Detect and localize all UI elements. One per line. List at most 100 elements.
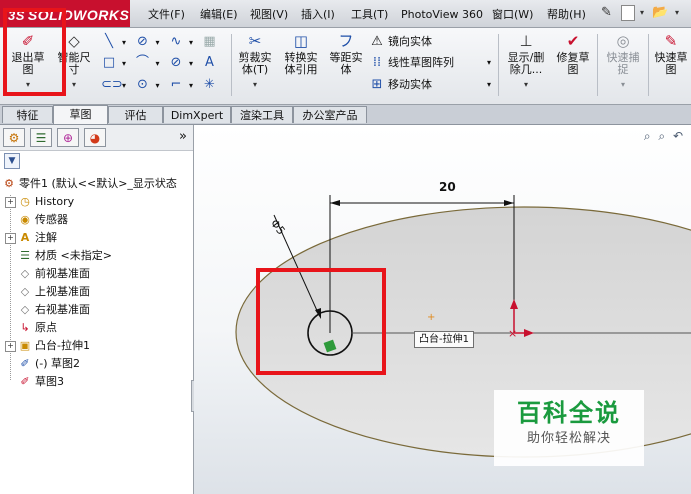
dimension-arrow — [330, 200, 340, 206]
menu-insert[interactable]: 插入(I) — [301, 0, 335, 27]
pattern-dropdown-icon[interactable]: ▾ — [487, 53, 491, 73]
material-icon: ☰ — [20, 249, 30, 262]
title-bar: 3S SOLIDWORKS 文件(F) 编辑(E) 视图(V) 插入(I) 工具(… — [0, 0, 691, 28]
slot-icon[interactable]: ⊂⊃ — [101, 75, 123, 95]
menu-photoview[interactable]: PhotoView 360 — [401, 0, 483, 27]
open-folder-icon[interactable]: 📂 — [652, 4, 668, 22]
menu-tools[interactable]: 工具(T) — [351, 0, 388, 27]
trim-icon: ✂ — [248, 32, 262, 50]
tab-features[interactable]: 特征 — [2, 106, 53, 123]
convert-entities-button[interactable]: ◫ 转换实 体引用 — [279, 30, 323, 92]
separator — [648, 34, 649, 96]
pin-icon[interactable]: ✎ — [601, 4, 612, 22]
tree-item-boss-extrude[interactable]: + ▣ 凸台-拉伸1 — [5, 337, 90, 355]
ellipse-icon[interactable]: ⊘ — [168, 53, 184, 73]
dimension-value-label[interactable]: 20 — [439, 180, 456, 194]
feature-callout-label[interactable]: 凸台-拉伸1 — [414, 331, 474, 348]
display-manager-tab-icon[interactable]: ◕ — [84, 128, 106, 147]
spline-icon[interactable]: ∿ — [168, 32, 184, 52]
tree-item-material[interactable]: ☰ 材质 <未指定> — [18, 247, 112, 265]
fillet-icon[interactable]: ⌐ — [168, 75, 184, 95]
tree-item-right-plane[interactable]: ◇ 右视基准面 — [18, 301, 90, 319]
watermark-title: 百科全说 — [517, 399, 621, 427]
mirror-entities-button[interactable]: ⚠ 镜向实体 — [369, 32, 432, 52]
text-icon[interactable]: A — [202, 53, 218, 73]
rectangle-dropdown-icon[interactable]: ▾ — [120, 54, 128, 74]
convert-entities-icon: ◫ — [293, 32, 309, 50]
arc-icon[interactable]: ⌒ — [135, 53, 151, 73]
rectangle-icon[interactable]: □ — [101, 53, 117, 73]
sketch-tools-row-2: □ ▾ ⌒ ▾ ⊘ ▾ A — [101, 53, 221, 73]
sketch-icon: ✐ — [20, 357, 30, 370]
part-icon: ⚙ — [4, 177, 14, 190]
expand-icon[interactable]: + — [5, 340, 16, 352]
tree-item-history[interactable]: + ◷ History — [5, 193, 74, 211]
plane-icon: ◇ — [20, 267, 30, 280]
polygon-dropdown-icon[interactable]: ▾ — [154, 76, 162, 96]
trim-dropdown-icon[interactable]: ▾ — [234, 79, 276, 91]
menu-help[interactable]: 帮助(H) — [547, 0, 586, 27]
point-icon[interactable]: ✳ — [202, 75, 218, 95]
spline-dropdown-icon[interactable]: ▾ — [187, 33, 195, 53]
tree-item-sketch3[interactable]: ✐ 草图3 — [18, 373, 64, 391]
separator — [231, 34, 232, 96]
offset-icon: フ — [338, 32, 354, 50]
menu-file[interactable]: 文件(F) — [148, 0, 185, 27]
tab-render-tools[interactable]: 渲染工具 — [231, 106, 293, 123]
watermark-overlay: 百科全说 助你轻松解决 — [494, 390, 644, 466]
expand-icon[interactable]: + — [5, 232, 16, 244]
expand-panel-icon[interactable]: » — [179, 129, 187, 144]
relations-dropdown-icon[interactable]: ▾ — [503, 79, 549, 91]
tree-item-front-plane[interactable]: ◇ 前视基准面 — [18, 265, 90, 283]
repair-sketch-button[interactable]: ✔ 修复草 图 — [552, 30, 594, 92]
move-entities-button[interactable]: ⊞ 移动实体 — [369, 75, 432, 95]
line-icon[interactable]: ╲ — [101, 32, 117, 52]
filter-icon[interactable]: ▼ — [4, 153, 20, 169]
grid-icon[interactable]: ▦ — [202, 32, 218, 52]
new-document-icon[interactable] — [621, 5, 635, 21]
circle-dropdown-icon[interactable]: ▾ — [154, 33, 162, 53]
graphics-area[interactable]: ⌕ ⌕ ↶ × + 20 Φ5 凸台-拉伸1 百科全说 助你轻松解决 — [194, 125, 691, 494]
menu-view[interactable]: 视图(V) — [250, 0, 288, 27]
circle-icon[interactable]: ⊘ — [135, 32, 151, 52]
linear-pattern-button[interactable]: ⁞⁞ 线性草图阵列 — [369, 53, 454, 73]
rapid-sketch-button[interactable]: ✎ 快速草 图 — [651, 30, 691, 92]
tab-sketch[interactable]: 草图 — [53, 105, 108, 124]
display-delete-relations-button[interactable]: ⊥ 显示/删 除几... ▾ — [503, 30, 549, 92]
separator — [498, 34, 499, 96]
tree-item-origin[interactable]: ↳ 原点 — [18, 319, 57, 337]
tree-item-annotations[interactable]: + A 注解 — [5, 229, 57, 247]
dimension-arrow — [504, 200, 514, 206]
relations-icon: ⊥ — [519, 32, 533, 50]
property-manager-tab-icon[interactable]: ☰ — [30, 128, 52, 147]
tree-item-top-plane[interactable]: ◇ 上视基准面 — [18, 283, 90, 301]
arc-dropdown-icon[interactable]: ▾ — [154, 54, 162, 74]
slot-dropdown-icon[interactable]: ▾ — [120, 76, 128, 96]
feature-tree-tab-icon[interactable]: ⚙ — [3, 128, 25, 147]
tree-root-part[interactable]: ⚙ 零件1 (默认<<默认>_显示状态 — [2, 175, 177, 193]
move-dropdown-icon[interactable]: ▾ — [487, 75, 491, 95]
menu-edit[interactable]: 编辑(E) — [200, 0, 238, 27]
open-dropdown-icon[interactable]: ▾ — [675, 4, 679, 22]
menu-window[interactable]: 窗口(W) — [492, 0, 533, 27]
separator — [597, 34, 598, 96]
fillet-dropdown-icon[interactable]: ▾ — [187, 76, 195, 96]
circle-highlight-box — [256, 268, 386, 375]
tree-item-sketch2[interactable]: ✐ (-) 草图2 — [18, 355, 80, 373]
configuration-manager-tab-icon[interactable]: ⊕ — [57, 128, 79, 147]
quick-snap-dropdown-icon[interactable]: ▾ — [601, 79, 645, 91]
tab-evaluate[interactable]: 评估 — [108, 106, 163, 123]
polygon-icon[interactable]: ⊙ — [135, 75, 151, 95]
ellipse-dropdown-icon[interactable]: ▾ — [187, 54, 195, 74]
tab-office-products[interactable]: 办公室产品 — [293, 106, 367, 123]
extrude-icon: ▣ — [19, 339, 31, 352]
tree-item-sensors[interactable]: ◉ 传感器 — [18, 211, 68, 229]
expand-icon[interactable]: + — [5, 196, 16, 208]
offset-entities-button[interactable]: フ 等距实 体 — [325, 30, 367, 92]
quick-snaps-button[interactable]: ◎ 快速捕 捉 ▾ — [601, 30, 645, 92]
trim-entities-button[interactable]: ✂ 剪裁实 体(T) ▾ — [234, 30, 276, 92]
line-dropdown-icon[interactable]: ▾ — [120, 33, 128, 53]
sketch-point-marker: + — [427, 312, 435, 323]
tab-dimxpert[interactable]: DimXpert — [163, 106, 231, 123]
new-dropdown-icon[interactable]: ▾ — [640, 4, 644, 22]
